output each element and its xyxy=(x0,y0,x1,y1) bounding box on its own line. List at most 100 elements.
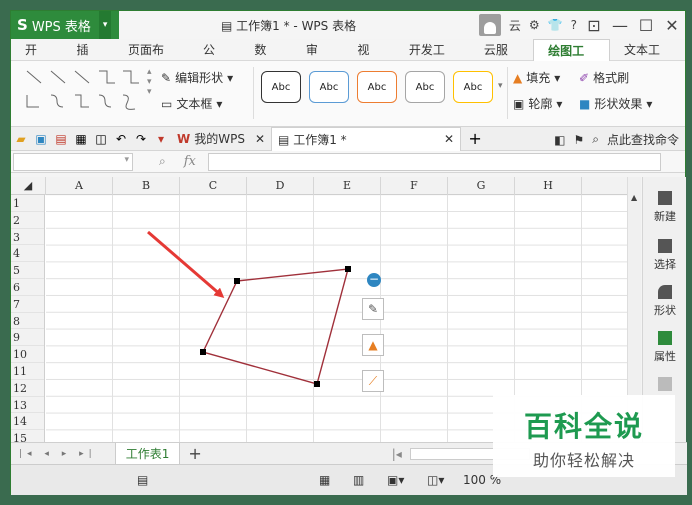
row-header[interactable]: 3 xyxy=(11,229,44,246)
sheet-nav-arrows[interactable]: |◂ ◂ ▸ ▸| xyxy=(19,449,97,459)
column-header[interactable]: F xyxy=(381,177,448,195)
close-icon[interactable]: ✕ xyxy=(444,132,454,146)
shape-style-2[interactable]: Abc xyxy=(309,71,349,103)
normal-view-icon[interactable]: ▦ xyxy=(319,473,330,487)
row-header[interactable]: 11 xyxy=(11,363,44,380)
sheet-tab[interactable]: 工作表1 xyxy=(114,442,181,465)
minimize-button[interactable]: — xyxy=(607,16,633,35)
tab-insert[interactable]: 插入 xyxy=(62,39,113,79)
panel-select-button[interactable]: 选择 xyxy=(643,239,687,272)
export-pdf-icon[interactable]: ▤ xyxy=(53,131,69,147)
page-layout-view-icon[interactable]: ▥ xyxy=(353,473,364,487)
print-icon[interactable]: ▦ xyxy=(73,131,89,147)
customize-chevron-icon[interactable]: ▾ xyxy=(153,131,169,147)
redo-icon[interactable]: ↷ xyxy=(133,131,149,147)
open-folder-icon[interactable]: ▰ xyxy=(13,131,29,147)
row-header[interactable]: 6 xyxy=(11,279,44,296)
add-sheet-icon[interactable]: + xyxy=(188,444,201,463)
shape-style-5[interactable]: Abc xyxy=(453,71,493,103)
formula-input[interactable] xyxy=(207,152,661,171)
style-gallery-more[interactable]: ▾ xyxy=(498,81,503,91)
shape-style-4[interactable]: Abc xyxy=(405,71,445,103)
zoom-formula-icon[interactable]: ⌕ xyxy=(159,154,166,169)
hscroll-left-icon[interactable]: |◂ xyxy=(392,447,402,461)
row-header[interactable]: 9 xyxy=(11,329,44,347)
close-button[interactable]: ✕ xyxy=(659,16,685,35)
panel-more-button[interactable] xyxy=(643,377,687,394)
row-header[interactable]: 12 xyxy=(11,380,44,397)
panel-new-button[interactable]: 新建 xyxy=(643,191,687,224)
help-button[interactable]: ? xyxy=(571,18,577,32)
doc-list-icon[interactable]: ◧ xyxy=(554,133,565,147)
tab-page-layout[interactable]: 页面布局 xyxy=(114,39,189,79)
tab-review[interactable]: 审阅 xyxy=(292,39,343,79)
flag-icon[interactable]: ⚑ xyxy=(573,133,584,147)
tab-home[interactable]: 开始 xyxy=(11,39,62,79)
column-header[interactable]: H xyxy=(515,177,582,195)
column-header[interactable]: D xyxy=(247,177,314,195)
save-icon[interactable]: ▣ xyxy=(33,131,49,147)
float-edit-shape-button[interactable]: ✎ xyxy=(362,298,384,320)
cloud-button[interactable]: 云 xyxy=(509,17,521,34)
row-header[interactable]: 15 xyxy=(11,430,44,442)
tab-cloud[interactable]: 云服务 xyxy=(470,39,533,79)
maximize-button[interactable]: ☐ xyxy=(633,16,659,35)
page-break-view-icon[interactable]: ▣▾ xyxy=(387,473,404,487)
column-header[interactable]: E xyxy=(314,177,381,195)
command-search[interactable]: 点此查找命令 xyxy=(607,131,679,148)
tab-my-wps[interactable]: W 我的WPS ✕ xyxy=(171,127,271,151)
row-header[interactable]: 8 xyxy=(11,313,44,330)
undo-icon[interactable]: ↶ xyxy=(113,131,129,147)
print-preview-icon[interactable]: ◫ xyxy=(93,131,109,147)
pin-icon[interactable]: ⊡ xyxy=(581,16,607,35)
edit-shape-button[interactable]: ✎ 编辑形状 ▾ xyxy=(161,69,233,86)
new-tab-icon[interactable]: + xyxy=(467,129,483,148)
shape-style-1[interactable]: Abc xyxy=(261,71,301,103)
column-header[interactable]: C xyxy=(180,177,247,195)
tab-drawing-tools[interactable]: 绘图工具 xyxy=(533,38,611,80)
name-box[interactable] xyxy=(13,152,133,171)
row-header[interactable]: 13 xyxy=(11,397,44,414)
reading-mode-icon[interactable]: ◫▾ xyxy=(427,473,444,487)
tab-text-tools[interactable]: 文本工具 xyxy=(610,39,685,79)
column-header[interactable]: B xyxy=(113,177,180,195)
select-all-corner[interactable]: ◢ xyxy=(11,177,46,195)
gallery-scroll[interactable]: ▴ ▾ ▾ xyxy=(147,67,152,97)
row-header[interactable]: 4 xyxy=(11,245,44,263)
connector-gallery[interactable] xyxy=(23,67,143,117)
shirt-icon[interactable]: 👕 xyxy=(548,18,563,32)
panel-properties-button[interactable]: 属性 xyxy=(643,331,687,364)
collapse-toolbar-icon[interactable]: − xyxy=(367,273,381,287)
panel-shape-button[interactable]: 形状 xyxy=(643,285,687,318)
shape-effects-button[interactable]: ■ 形状效果 ▾ xyxy=(579,95,652,112)
row-header[interactable]: 5 xyxy=(11,262,44,279)
scroll-up-icon[interactable]: ▲ xyxy=(631,193,637,202)
row-header[interactable]: 10 xyxy=(11,346,44,363)
outline-button[interactable]: ▣ 轮廓 ▾ xyxy=(513,95,562,112)
close-icon[interactable]: ✕ xyxy=(255,132,265,146)
textbox-button[interactable]: ▭ 文本框 ▾ xyxy=(161,95,222,112)
chevron-down-icon[interactable]: ▾ xyxy=(98,11,112,39)
tab-formulas[interactable]: 公式 xyxy=(189,39,240,79)
row-header[interactable]: 1 xyxy=(11,195,44,212)
format-painter-button[interactable]: ✐ 格式刷 xyxy=(579,69,629,86)
skin-icon[interactable]: ⚙ xyxy=(529,18,540,32)
row-header[interactable]: 14 xyxy=(11,413,44,431)
row-header[interactable]: 2 xyxy=(11,212,44,229)
avatar[interactable] xyxy=(478,14,501,36)
row-header[interactable]: 7 xyxy=(11,296,44,313)
tab-developer[interactable]: 开发工具 xyxy=(395,39,470,79)
tab-workbook1[interactable]: ▤ 工作簿1 * ✕ xyxy=(271,126,462,151)
page-icon[interactable]: ▤ xyxy=(137,473,148,487)
fill-button[interactable]: ▲ 填充 ▾ xyxy=(513,69,560,86)
tab-data[interactable]: 数据 xyxy=(240,39,291,79)
column-header[interactable]: A xyxy=(46,177,113,195)
column-header[interactable]: G xyxy=(448,177,515,195)
app-menu-button[interactable]: S WPS 表格 ▾ xyxy=(11,11,119,39)
fx-icon[interactable]: fx xyxy=(184,154,196,169)
float-fill-button[interactable]: ▲ xyxy=(362,334,384,356)
float-outline-button[interactable]: ⟋ xyxy=(362,370,384,392)
textbox-icon: ▭ xyxy=(161,96,173,111)
tab-view[interactable]: 视图 xyxy=(343,39,394,79)
shape-style-3[interactable]: Abc xyxy=(357,71,397,103)
